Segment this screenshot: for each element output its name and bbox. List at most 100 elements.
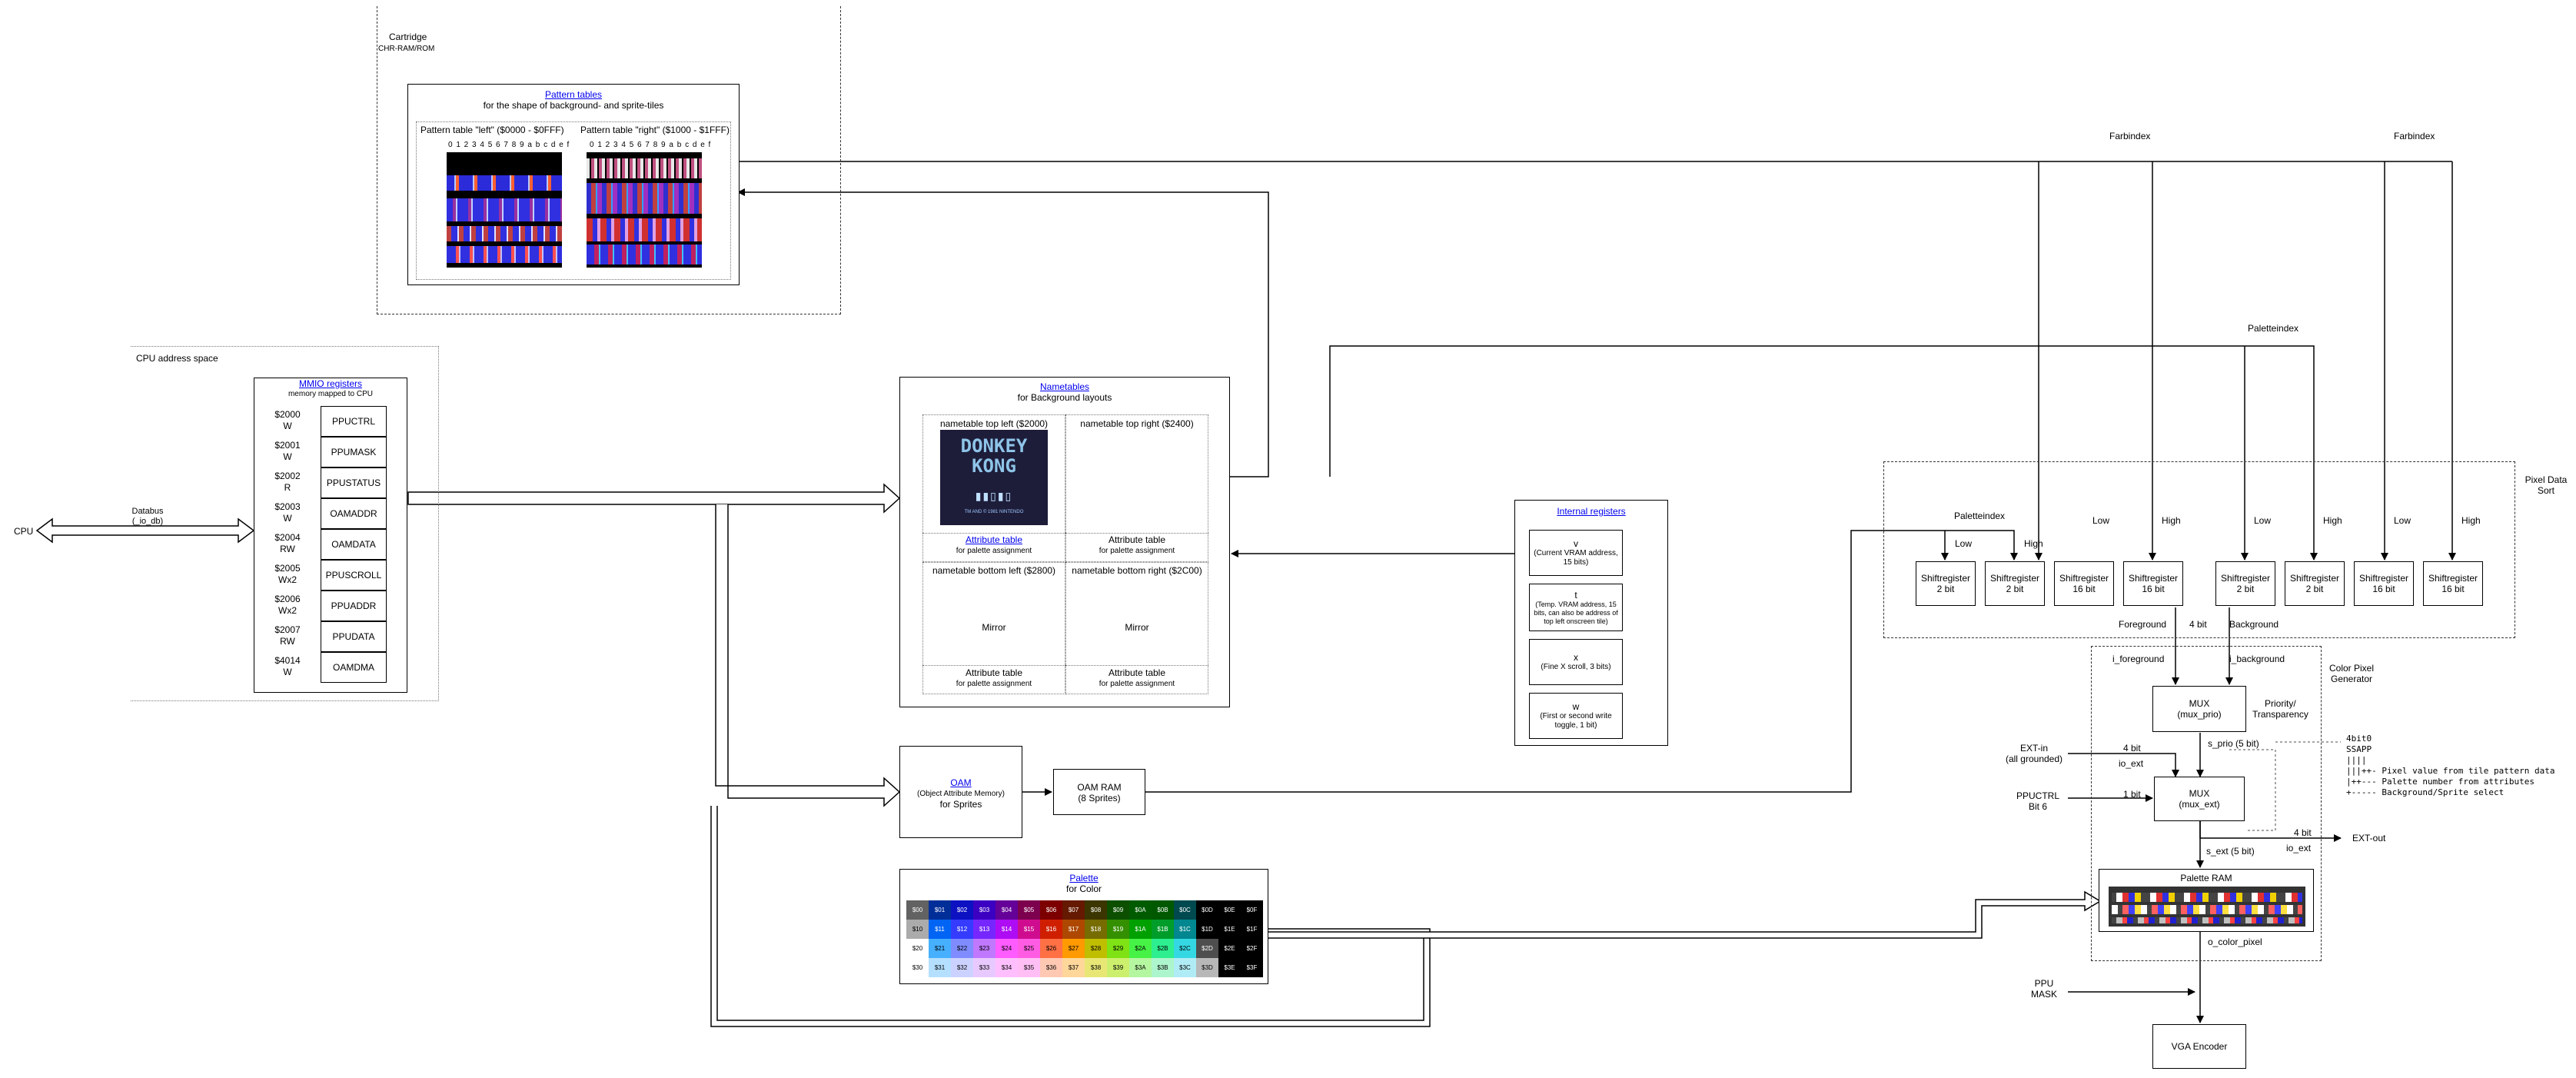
ext-out-bits: 4 bit bbox=[2294, 827, 2312, 838]
mmio-register-name: PPUSTATUS bbox=[321, 467, 387, 498]
shiftreg-1: Shiftregister 2 bit bbox=[1916, 561, 1976, 606]
pattern-right-hex: 0 1 2 3 4 5 6 7 8 9 a b c d e f bbox=[590, 141, 712, 149]
reg-v: v (Current VRAM address, 15 bits) bbox=[1529, 530, 1623, 576]
shiftreg-5: Shiftregister 2 bit bbox=[2215, 561, 2275, 606]
low-1: Low bbox=[1955, 538, 1973, 549]
paletteindex-top: Paletteindex bbox=[2248, 323, 2299, 334]
palette-color-cell: $12 bbox=[951, 920, 973, 939]
attribute-table-link[interactable]: Attribute table bbox=[922, 534, 1065, 545]
palette-color-cell: $1A bbox=[1129, 920, 1152, 939]
palette-color-cell: $03 bbox=[973, 900, 995, 920]
palette-color-cell: $00 bbox=[906, 900, 929, 920]
low-4: Low bbox=[2394, 515, 2411, 526]
shiftreg-8: Shiftregister 16 bit bbox=[2423, 561, 2483, 606]
shiftreg-7: Shiftregister 16 bit bbox=[2354, 561, 2414, 606]
reg-x: x (Fine X scroll, 3 bits) bbox=[1529, 639, 1623, 685]
shiftreg-4: Shiftregister 16 bit bbox=[2123, 561, 2183, 606]
palette-color-cell: $33 bbox=[973, 958, 995, 977]
internal-registers-link[interactable]: Internal registers bbox=[1515, 506, 1667, 517]
ppu-mask-label: PPU bbox=[2034, 978, 2054, 989]
palette-color-cell: $1C bbox=[1174, 920, 1196, 939]
palette-color-cell: $10 bbox=[906, 920, 929, 939]
mmio-register-address: $2002 R bbox=[274, 471, 301, 493]
reg-t: t (Temp. VRAM address, 15 bits, can also… bbox=[1529, 584, 1623, 631]
palette-color-cell: $16 bbox=[1040, 920, 1062, 939]
palette-color-cell: $29 bbox=[1107, 939, 1129, 958]
mmio-link[interactable]: MMIO registers bbox=[254, 378, 407, 389]
nametable-bottom-left-title: nametable bottom left ($2800) bbox=[932, 565, 1056, 576]
attribute-desc-tr: for palette assignment bbox=[1099, 547, 1175, 555]
bus-to-nametables bbox=[407, 483, 901, 514]
mmio-register-address: $2005 Wx2 bbox=[274, 563, 301, 585]
oam-box: OAM (Object Attribute Memory) for Sprite… bbox=[899, 746, 1022, 838]
palette-color-cell: $20 bbox=[906, 939, 929, 958]
pixel-sort-subtitle: Sort bbox=[2537, 485, 2554, 496]
pattern-right-image bbox=[587, 152, 702, 268]
ext-out-label: EXT-out bbox=[2352, 833, 2386, 843]
palette-color-cell: $0A bbox=[1129, 900, 1152, 920]
s-prio-label: s_prio (5 bit) bbox=[2208, 738, 2259, 749]
palette-color-cell: $0D bbox=[1196, 900, 1218, 920]
palette-color-cell: $1F bbox=[1241, 920, 1263, 939]
palette-color-cell: $30 bbox=[906, 958, 929, 977]
foreground-label: Foreground bbox=[2119, 619, 2167, 630]
oam-link[interactable]: OAM bbox=[900, 777, 1022, 788]
palette-desc: for Color bbox=[1065, 883, 1102, 894]
pattern-left-image bbox=[447, 152, 562, 268]
mirror-bl: Mirror bbox=[982, 622, 1006, 633]
attribute-desc-tl: for palette assignment bbox=[956, 547, 1032, 555]
mmio-register-row: $2006 Wx2 PPUADDR bbox=[254, 591, 387, 621]
palette-color-cell: $19 bbox=[1107, 920, 1129, 939]
oam-ram-label: OAM RAM bbox=[1077, 782, 1122, 793]
one-bit-label: 1 bit bbox=[2123, 789, 2141, 800]
palette-color-cell: $08 bbox=[1085, 900, 1107, 920]
nametables-link[interactable]: Nametables bbox=[900, 381, 1229, 392]
palette-color-cell: $3E bbox=[1218, 958, 1241, 977]
mmio-register-name: PPUMASK bbox=[321, 437, 387, 467]
palette-color-cell: $05 bbox=[1018, 900, 1040, 920]
palette-color-cell: $2D bbox=[1196, 939, 1218, 958]
palette-color-cell: $13 bbox=[973, 920, 995, 939]
palette-color-cell: $1B bbox=[1152, 920, 1174, 939]
palette-color-cell: $22 bbox=[951, 939, 973, 958]
mmio-register-name: OAMDATA bbox=[321, 529, 387, 560]
databus-label: Databus bbox=[131, 507, 164, 516]
palette-color-cell: $06 bbox=[1040, 900, 1062, 920]
mmio-register-row: $2007 RW PPUDATA bbox=[254, 621, 387, 652]
nametable-bottom-right-title: nametable bottom right ($2C00) bbox=[1072, 565, 1202, 576]
mmio-register-row: $2000 W PPUCTRL bbox=[254, 406, 387, 437]
mmio-register-address: $4014 W bbox=[274, 655, 301, 677]
mmio-register-address: $2000 W bbox=[274, 409, 301, 431]
palette-color-cell: $27 bbox=[1062, 939, 1085, 958]
palette-color-cell: $24 bbox=[995, 939, 1018, 958]
s-ext-label: s_ext (5 bit) bbox=[2206, 846, 2255, 857]
mmio-register-row: $4014 W OAMDMA bbox=[254, 652, 387, 683]
palette-color-cell: $23 bbox=[973, 939, 995, 958]
o-color-pixel-label: o_color_pixel bbox=[2208, 937, 2262, 947]
high-1: High bbox=[2024, 538, 2043, 549]
palette-color-cell: $14 bbox=[995, 920, 1018, 939]
high-2: High bbox=[2162, 515, 2181, 526]
palette-color-cell: $25 bbox=[1018, 939, 1040, 958]
palette-link[interactable]: Palette bbox=[900, 873, 1268, 883]
bit-legend: 4bit0 SSAPP |||| |||++- Pixel value from ti… bbox=[2346, 734, 2555, 797]
palette-color-cell: $0F bbox=[1241, 900, 1263, 920]
palette-color-cell: $31 bbox=[929, 958, 951, 977]
pattern-left-title: Pattern table "left" ($0000 - $0FFF) bbox=[420, 125, 564, 135]
pattern-tables-link[interactable]: Pattern tables bbox=[408, 89, 739, 100]
palette-color-cell: $3D bbox=[1196, 958, 1218, 977]
mirror-br: Mirror bbox=[1125, 622, 1149, 633]
shiftreg-6: Shiftregister 2 bit bbox=[2285, 561, 2345, 606]
mmio-register-address: $2004 RW bbox=[274, 532, 301, 554]
mmio-register-address: $2003 W bbox=[274, 501, 301, 524]
nametable-top-right-title: nametable top right ($2400) bbox=[1080, 418, 1194, 429]
shiftreg-2: Shiftregister 2 bit bbox=[1985, 561, 2045, 606]
four-bit-label: 4 bit bbox=[2189, 619, 2207, 630]
i-foreground-label: i_foreground bbox=[2112, 654, 2165, 664]
high-3: High bbox=[2323, 515, 2342, 526]
mmio-register-name: PPUSCROLL bbox=[321, 560, 387, 591]
attribute-desc-bl: for palette assignment bbox=[956, 680, 1032, 688]
priority-label: Priority/ bbox=[2265, 698, 2296, 709]
palette-color-cell: $15 bbox=[1018, 920, 1040, 939]
farbindex-2: Farbindex bbox=[2394, 131, 2435, 141]
